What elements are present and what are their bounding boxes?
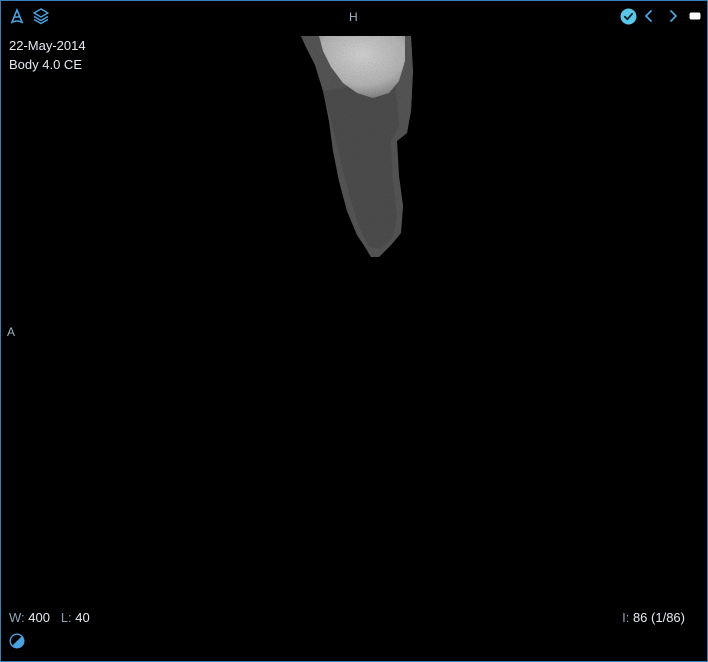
instance-label: I: — [622, 610, 630, 625]
instance-readout: I: 86 (1/86) — [622, 610, 685, 625]
toggle-icon[interactable] — [687, 9, 703, 23]
level-label: L: — [60, 610, 72, 625]
patient-orientation-icon[interactable] — [7, 6, 27, 26]
instance-value: 86 (1/86) — [632, 610, 685, 625]
image-viewport[interactable]: H 22-May-2014 Body 4.0 CE A W: 400 L: 40 — [0, 0, 708, 662]
ct-image — [301, 36, 413, 257]
prev-arrow-icon[interactable] — [641, 7, 657, 25]
next-arrow-icon[interactable] — [665, 7, 681, 25]
study-date: 22-May-2014 — [9, 38, 86, 53]
contrast-icon[interactable] — [8, 632, 26, 650]
window-label: W: — [9, 610, 25, 625]
layers-icon[interactable] — [31, 6, 51, 26]
level-value: 40 — [75, 610, 90, 625]
window-value: 400 — [28, 610, 50, 625]
window-level-readout: W: 400 L: 40 — [9, 610, 90, 625]
orientation-marker-top: H — [349, 10, 358, 24]
orientation-marker-left: A — [7, 325, 16, 339]
status-check-icon[interactable] — [619, 7, 637, 25]
series-description: Body 4.0 CE — [9, 57, 82, 72]
